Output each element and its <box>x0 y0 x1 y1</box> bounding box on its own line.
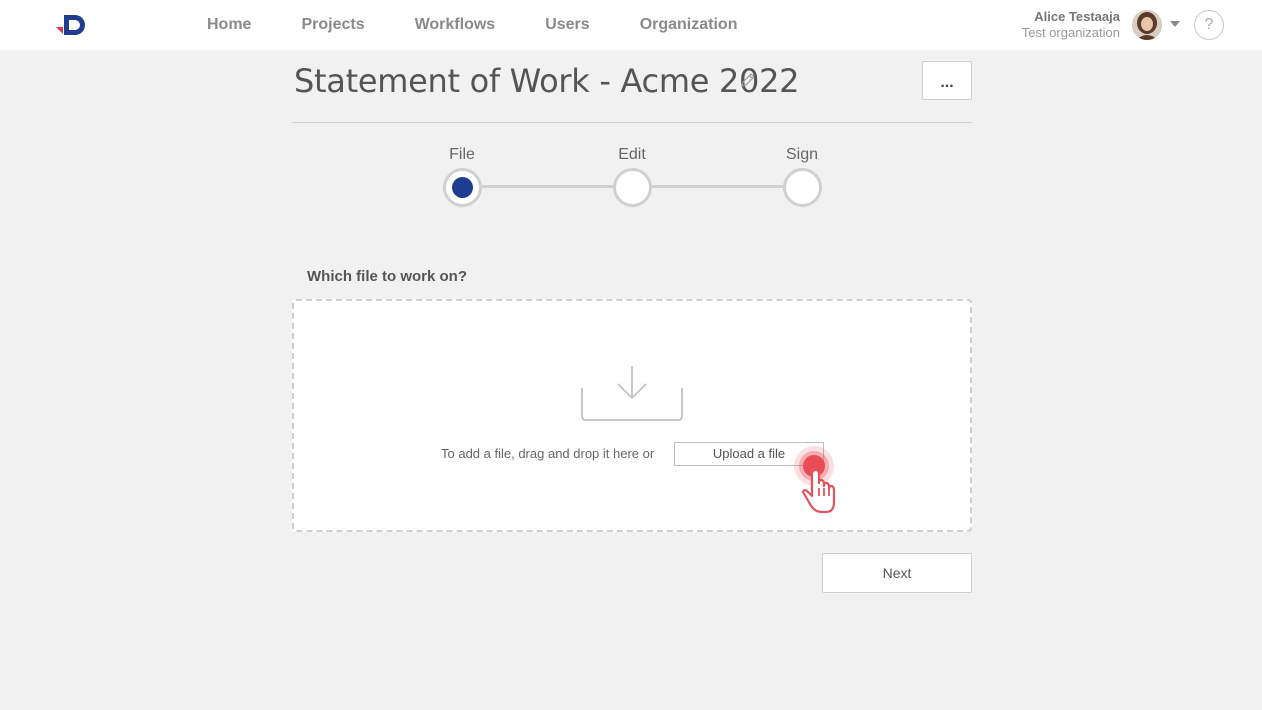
edit-title-pencil-icon[interactable] <box>740 72 756 88</box>
avatar-image <box>1132 10 1162 40</box>
more-options-button[interactable]: ... <box>922 61 972 100</box>
step-edit-indicator[interactable] <box>613 168 652 207</box>
file-question-heading: Which file to work on? <box>307 268 467 285</box>
nav-organization[interactable]: Organization <box>640 16 738 34</box>
user-organization: Test organization <box>1021 25 1120 40</box>
active-step-dot <box>452 177 473 198</box>
app-logo-icon[interactable] <box>54 12 90 38</box>
step-sign-indicator[interactable] <box>783 168 822 207</box>
download-tray-icon <box>581 366 683 421</box>
step-label-file: File <box>449 146 475 163</box>
avatar[interactable] <box>1132 10 1162 40</box>
step-label-edit: Edit <box>618 146 646 163</box>
nav-users[interactable]: Users <box>545 16 589 34</box>
page-title: Statement of Work - Acme 2022 <box>294 62 800 100</box>
step-connector <box>650 185 784 188</box>
nav-workflows[interactable]: Workflows <box>415 16 496 34</box>
user-info[interactable]: Alice Testaaja Test organization <box>1022 9 1120 41</box>
title-divider <box>292 122 972 123</box>
step-label-sign: Sign <box>785 146 819 163</box>
main-nav: Home Projects Workflows Users Organizati… <box>207 0 787 50</box>
user-menu-chevron-down-icon[interactable] <box>1170 21 1180 27</box>
next-button[interactable]: Next <box>822 553 972 593</box>
nav-home[interactable]: Home <box>207 16 251 34</box>
top-navigation-bar: Home Projects Workflows Users Organizati… <box>0 0 1262 50</box>
pointer-hand-cursor-icon <box>794 446 836 514</box>
help-icon[interactable]: ? <box>1194 10 1224 40</box>
step-connector <box>480 185 614 188</box>
user-name: Alice Testaaja <box>1034 9 1120 24</box>
drop-instructions: To add a file, drag and drop it here or <box>441 446 655 461</box>
step-file-indicator[interactable] <box>443 168 482 207</box>
nav-projects[interactable]: Projects <box>301 16 364 34</box>
